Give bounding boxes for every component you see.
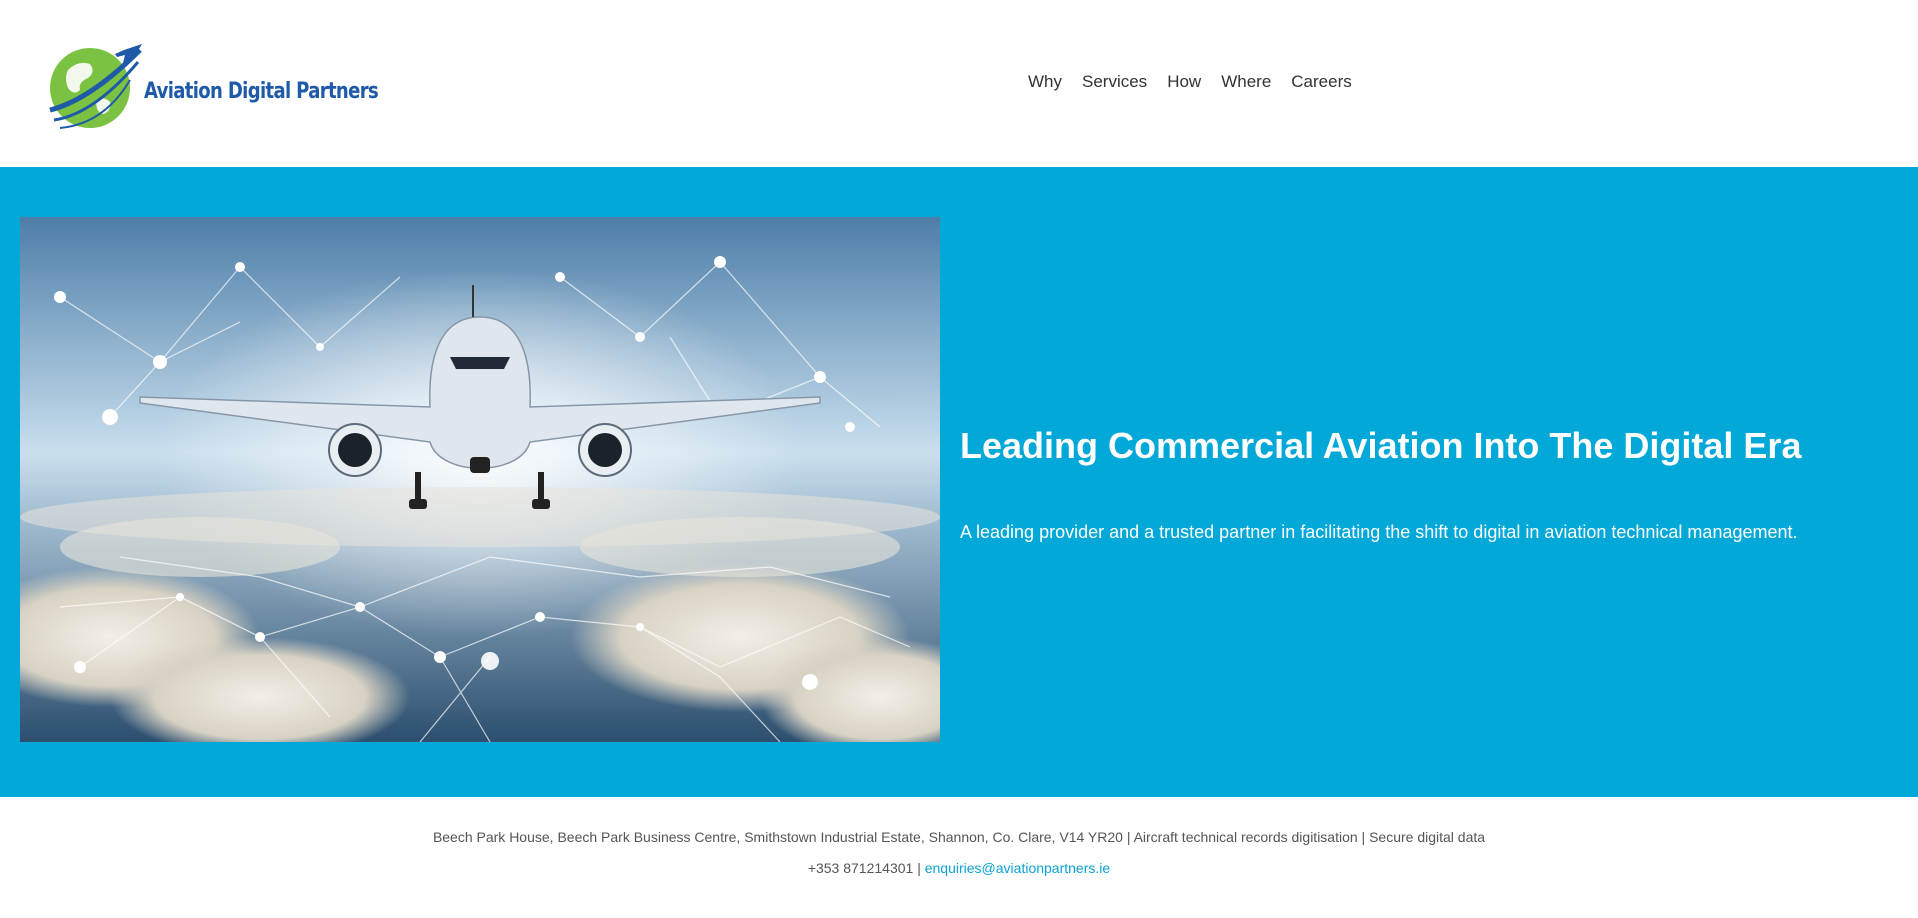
footer-separator: | [917,860,921,876]
hero-section: Leading Commercial Aviation Into The Dig… [0,167,1918,797]
nav-item-how[interactable]: How [1157,70,1211,94]
main-nav: Why Services How Where Careers [1018,70,1362,94]
nav-item-services[interactable]: Services [1072,70,1157,94]
nav-item-why[interactable]: Why [1018,70,1072,94]
footer-address: Beech Park House, Beech Park Business Ce… [432,829,1486,845]
site-header: Aviation Digital Partners Why Services H… [0,0,1918,167]
footer-email-link[interactable]: enquiries@aviationpartners.ie [925,860,1110,876]
brand-name: Aviation Digital Partners [144,78,379,104]
site-logo[interactable]: Aviation Digital Partners [46,40,379,132]
globe-plane-icon [46,40,146,132]
hero-title: Leading Commercial Aviation Into The Dig… [960,425,1802,466]
nav-item-where[interactable]: Where [1211,70,1281,94]
site-footer: Beech Park House, Beech Park Business Ce… [0,797,1918,918]
nav-item-careers[interactable]: Careers [1281,70,1361,94]
airplane-network-image [20,217,940,742]
hero-subtitle: A leading provider and a trusted partner… [960,522,1798,542]
footer-phone: +353 871214301 [807,860,914,876]
footer-contact: +353 871214301 | enquiries@aviationpartn… [0,860,1918,876]
